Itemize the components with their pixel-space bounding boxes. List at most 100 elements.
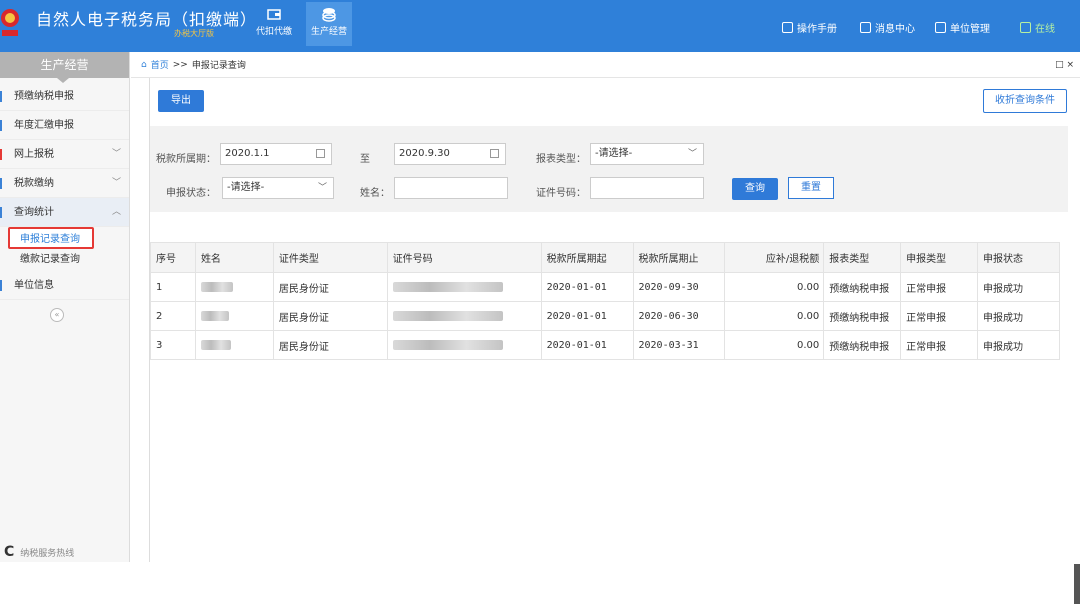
hotline-icon: C <box>4 544 15 560</box>
cell-end: 2020-03-31 <box>632 330 726 360</box>
hotline-label: 纳税服务热线 <box>20 548 75 559</box>
collapse-sidebar-button[interactable]: « <box>50 308 64 322</box>
id-number-input[interactable] <box>590 177 704 199</box>
home-icon: ⌂ <box>141 59 147 70</box>
name-label: 姓名： <box>360 188 390 199</box>
cell-id-number-redacted <box>386 272 542 302</box>
column-header: 证件号码 <box>386 242 542 273</box>
reset-button[interactable]: 重置 <box>788 177 834 199</box>
building-icon <box>935 22 946 33</box>
cell-start: 2020-01-01 <box>540 272 634 302</box>
records-table: 序号 姓名 证件类型 证件号码 税款所属期起 税款所属期止 应补/退税额 报表类… <box>150 242 1060 360</box>
main-panel: ⌂ 首页 >> 申报记录查询 □ × 导出 收折查询条件 税款所属期： 2020… <box>131 52 1080 604</box>
cell-end: 2020-06-30 <box>632 301 726 331</box>
manual-link[interactable]: 操作手册 <box>782 20 837 35</box>
sidebar-item-label: 单位信息 <box>14 280 54 291</box>
cell-id-number-redacted <box>386 330 542 360</box>
form-type-value: -请选择- <box>595 148 633 159</box>
query-button[interactable]: 查询 <box>732 178 778 200</box>
table-row[interactable]: 2 居民身份证 2020-01-01 2020-06-30 0.00 预缴纳税申… <box>150 301 1060 331</box>
sidebar-item-label: 税款缴纳 <box>14 178 54 189</box>
content-area: 导出 收折查询条件 税款所属期： 2020.1.1 至 2020.9.30 报表… <box>149 78 1068 562</box>
online-status[interactable]: 在线 <box>1020 20 1055 35</box>
column-header: 申报状态 <box>977 242 1060 273</box>
cell-form-type: 预缴纳税申报 <box>823 301 902 331</box>
mail-icon <box>860 22 871 33</box>
chevron-down-icon: ﹀ <box>317 183 327 193</box>
cell-start: 2020-01-01 <box>540 301 634 331</box>
status-label: 申报状态： <box>166 188 216 199</box>
scrollbar[interactable] <box>1074 564 1080 604</box>
calendar-icon <box>0 120 6 131</box>
period-end-field[interactable]: 2020.9.30 <box>394 143 506 165</box>
cell-no: 3 <box>150 330 196 360</box>
status-select[interactable]: -请选择- ﹀ <box>222 177 334 199</box>
document-icon <box>0 91 6 102</box>
table-row[interactable]: 1 居民身份证 2020-01-01 2020-09-30 0.00 预缴纳税申… <box>150 272 1060 302</box>
nav-withholding[interactable]: 代扣代缴 <box>251 2 297 46</box>
chart-icon <box>0 207 6 218</box>
cell-declaration-type: 正常申报 <box>900 301 979 331</box>
message-center-link[interactable]: 消息中心 <box>860 20 915 35</box>
column-header: 报表类型 <box>823 242 902 273</box>
column-header: 应补/退税额 <box>724 242 825 273</box>
period-start-value: 2020.1.1 <box>225 148 270 159</box>
chevron-down-icon: ﹀ <box>687 149 697 159</box>
export-button[interactable]: 导出 <box>158 90 204 112</box>
upload-icon <box>0 149 6 160</box>
hotline: C 纳税服务热线 <box>4 544 74 560</box>
cell-start: 2020-01-01 <box>540 330 634 360</box>
name-input[interactable] <box>394 177 508 199</box>
sidebar-item-query-statistics[interactable]: 查询统计 ︿ <box>0 198 129 227</box>
column-header: 税款所属期止 <box>632 242 726 273</box>
sidebar-item-annual-declaration[interactable]: 年度汇缴申报 <box>0 111 129 140</box>
sidebar-subitem-payment-records[interactable]: 缴款记录查询 <box>0 249 129 271</box>
cell-id-type: 居民身份证 <box>272 272 388 302</box>
sidebar-item-label: 网上报税 <box>14 149 54 160</box>
form-type-select[interactable]: -请选择- ﹀ <box>590 143 704 165</box>
to-label: 至 <box>360 154 370 165</box>
table-row[interactable]: 3 居民身份证 2020-01-01 2020-03-31 0.00 预缴纳税申… <box>150 330 1060 360</box>
cell-id-number-redacted <box>386 301 542 331</box>
tax-emblem-icon <box>1 9 19 36</box>
cell-amount: 0.00 <box>724 301 825 331</box>
cell-no: 1 <box>150 272 196 302</box>
cell-status: 申报成功 <box>977 272 1060 302</box>
form-type-label: 报表类型： <box>536 154 586 165</box>
nav-business[interactable]: 生产经营 <box>306 2 352 46</box>
sidebar-header: 生产经营 <box>0 52 129 83</box>
cell-amount: 0.00 <box>724 272 825 302</box>
cell-declaration-type: 正常申报 <box>900 330 979 360</box>
cell-declaration-type: 正常申报 <box>900 272 979 302</box>
breadcrumb-home[interactable]: 首页 <box>151 58 169 71</box>
query-form: 税款所属期： 2020.1.1 至 2020.9.30 报表类型： -请选择- … <box>150 126 1068 212</box>
chevron-up-icon: ︿ <box>111 207 121 217</box>
cell-id-type: 居民身份证 <box>272 330 388 360</box>
cell-name-redacted <box>194 272 274 302</box>
cell-status: 申报成功 <box>977 330 1060 360</box>
sidebar-item-online-filing[interactable]: 网上报税 ﹀ <box>0 140 129 169</box>
chevron-down-icon: ﹀ <box>111 178 121 188</box>
top-bar: 自然人电子税务局（扣缴端） 办税大厅版 代扣代缴 生产经营 操作手册 消息中心 … <box>0 0 1080 52</box>
column-header: 申报类型 <box>900 242 979 273</box>
cell-form-type: 预缴纳税申报 <box>823 330 902 360</box>
calendar-icon <box>490 149 499 158</box>
breadcrumb: ⌂ 首页 >> 申报记录查询 □ × <box>131 52 1080 78</box>
wallet-icon <box>267 9 281 20</box>
period-start-field[interactable]: 2020.1.1 <box>220 143 332 165</box>
cell-status: 申报成功 <box>977 301 1060 331</box>
sidebar: 生产经营 预缴纳税申报 年度汇缴申报 网上报税 ﹀ 税款缴纳 ﹀ 查询统计 ︿ … <box>0 52 130 562</box>
monitor-icon <box>1020 22 1031 33</box>
sidebar-item-prepay-declaration[interactable]: 预缴纳税申报 <box>0 82 129 111</box>
unit-management-link[interactable]: 单位管理 <box>935 20 990 35</box>
cell-amount: 0.00 <box>724 330 825 360</box>
sidebar-item-unit-info[interactable]: 单位信息 <box>0 271 129 300</box>
sidebar-item-tax-payment[interactable]: 税款缴纳 ﹀ <box>0 169 129 198</box>
sidebar-subitem-declaration-records[interactable]: 申报记录查询 <box>8 227 94 249</box>
online-label: 在线 <box>1035 24 1055 35</box>
sidebar-item-label: 预缴纳税申报 <box>14 91 74 102</box>
cell-end: 2020-09-30 <box>632 272 726 302</box>
window-controls[interactable]: □ × <box>1055 60 1074 70</box>
coins-icon <box>322 8 336 22</box>
toggle-query-button[interactable]: 收折查询条件 <box>983 89 1067 113</box>
